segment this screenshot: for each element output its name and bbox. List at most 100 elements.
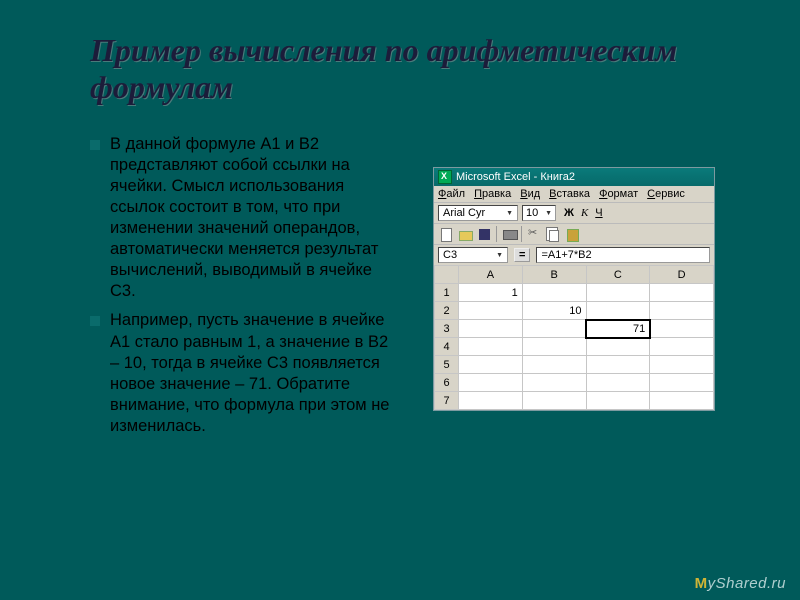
table-row: 5 xyxy=(435,356,714,374)
chevron-down-icon: ▼ xyxy=(506,210,513,217)
print-icon[interactable] xyxy=(501,226,517,242)
cell[interactable]: 1 xyxy=(459,284,523,302)
cell[interactable] xyxy=(459,302,523,320)
cell[interactable] xyxy=(522,374,586,392)
table-row: 1 1 xyxy=(435,284,714,302)
toolbar-button[interactable] xyxy=(583,226,599,242)
cell[interactable] xyxy=(586,392,650,410)
cell[interactable] xyxy=(650,302,714,320)
excel-format-toolbar: Arial Cyr ▼ 10 ▼ Ж К Ч xyxy=(434,202,714,223)
bold-button[interactable]: Ж xyxy=(564,207,574,219)
cell[interactable] xyxy=(650,392,714,410)
copy-icon[interactable] xyxy=(545,226,561,242)
font-size-dropdown[interactable]: 10 ▼ xyxy=(522,205,556,221)
bullet-icon xyxy=(90,316,100,326)
separator xyxy=(496,226,497,242)
watermark-rest: yShared.ru xyxy=(708,575,786,592)
watermark: MyShared.ru xyxy=(695,575,786,592)
italic-button[interactable]: К xyxy=(581,207,588,219)
row-header[interactable]: 4 xyxy=(435,338,459,356)
chevron-down-icon: ▼ xyxy=(496,252,503,259)
open-icon[interactable] xyxy=(457,226,473,242)
menu-insert[interactable]: Вставка xyxy=(549,188,590,200)
slide-body: В данной формуле A1 и B2 представляют со… xyxy=(90,134,760,446)
cell[interactable] xyxy=(650,320,714,338)
bullet-text: В данной формуле A1 и B2 представляют со… xyxy=(110,134,400,303)
table-row: 4 xyxy=(435,338,714,356)
cut-icon[interactable] xyxy=(526,226,542,242)
excel-menu-bar: Файл Правка Вид Вставка Формат Сервис xyxy=(434,186,714,202)
save-icon[interactable] xyxy=(476,226,492,242)
row-header[interactable]: 3 xyxy=(435,320,459,338)
bullet-icon xyxy=(90,140,100,150)
bullet-item: В данной формуле A1 и B2 представляют со… xyxy=(90,134,400,303)
font-name-dropdown[interactable]: Arial Cyr ▼ xyxy=(438,205,518,221)
slide-title: Пример вычисления по арифметическим форм… xyxy=(90,32,760,106)
col-header-a[interactable]: A xyxy=(459,266,523,284)
cell[interactable] xyxy=(459,338,523,356)
excel-window: Microsoft Excel - Книга2 Файл Правка Вид… xyxy=(434,168,714,410)
menu-format[interactable]: Формат xyxy=(599,188,638,200)
cell[interactable] xyxy=(650,338,714,356)
equals-button[interactable]: = xyxy=(514,248,530,262)
chevron-down-icon: ▼ xyxy=(545,210,552,217)
menu-file[interactable]: Файл xyxy=(438,188,465,200)
row-header[interactable]: 6 xyxy=(435,374,459,392)
font-size-value: 10 xyxy=(526,207,538,219)
paste-icon[interactable] xyxy=(564,226,580,242)
cell[interactable] xyxy=(459,374,523,392)
watermark-prefix: M xyxy=(695,575,708,592)
name-box[interactable]: C3 ▼ xyxy=(438,247,508,263)
cell[interactable] xyxy=(586,356,650,374)
bullet-text: Например, пусть значение в ячейке А1 ста… xyxy=(110,310,400,437)
col-header-c[interactable]: C xyxy=(586,266,650,284)
cell[interactable] xyxy=(522,338,586,356)
cell[interactable] xyxy=(459,392,523,410)
cell[interactable] xyxy=(586,302,650,320)
cell[interactable] xyxy=(586,374,650,392)
row-header[interactable]: 7 xyxy=(435,392,459,410)
menu-tools[interactable]: Сервис xyxy=(647,188,685,200)
row-header[interactable]: 2 xyxy=(435,302,459,320)
select-all-corner[interactable] xyxy=(435,266,459,284)
cell[interactable] xyxy=(650,356,714,374)
excel-title-text: Microsoft Excel - Книга2 xyxy=(456,171,575,183)
new-icon[interactable] xyxy=(438,226,454,242)
excel-formula-bar: C3 ▼ = =A1+7*B2 xyxy=(434,244,714,265)
cell[interactable] xyxy=(650,374,714,392)
col-header-b[interactable]: B xyxy=(522,266,586,284)
cell[interactable] xyxy=(459,320,523,338)
table-row: 7 xyxy=(435,392,714,410)
excel-titlebar: Microsoft Excel - Книга2 xyxy=(434,168,714,186)
menu-view[interactable]: Вид xyxy=(520,188,540,200)
cell[interactable] xyxy=(522,284,586,302)
excel-screenshot: Microsoft Excel - Книга2 Файл Правка Вид… xyxy=(434,134,714,446)
cell[interactable] xyxy=(459,356,523,374)
font-name-value: Arial Cyr xyxy=(443,207,485,219)
table-row: 6 xyxy=(435,374,714,392)
cell[interactable] xyxy=(522,320,586,338)
col-header-d[interactable]: D xyxy=(650,266,714,284)
cell[interactable] xyxy=(586,284,650,302)
text-column: В данной формуле A1 и B2 представляют со… xyxy=(90,134,400,446)
formula-input[interactable]: =A1+7*B2 xyxy=(536,247,710,263)
cell[interactable] xyxy=(522,356,586,374)
name-box-value: C3 xyxy=(443,249,457,261)
excel-standard-toolbar xyxy=(434,223,714,244)
table-row: 3 71 xyxy=(435,320,714,338)
cell-selected[interactable]: 71 xyxy=(586,320,650,338)
separator xyxy=(521,226,522,242)
cell[interactable] xyxy=(522,392,586,410)
cell[interactable] xyxy=(650,284,714,302)
bullet-item: Например, пусть значение в ячейке А1 ста… xyxy=(90,310,400,437)
row-header[interactable]: 1 xyxy=(435,284,459,302)
slide: Пример вычисления по арифметическим форм… xyxy=(0,0,800,600)
toolbar-button[interactable] xyxy=(602,226,618,242)
underline-button[interactable]: Ч xyxy=(595,207,602,219)
excel-grid: A B C D 1 1 2 xyxy=(434,265,714,410)
cell[interactable]: 10 xyxy=(522,302,586,320)
menu-edit[interactable]: Правка xyxy=(474,188,511,200)
row-header[interactable]: 5 xyxy=(435,356,459,374)
cell[interactable] xyxy=(586,338,650,356)
format-buttons: Ж К Ч xyxy=(564,207,603,219)
